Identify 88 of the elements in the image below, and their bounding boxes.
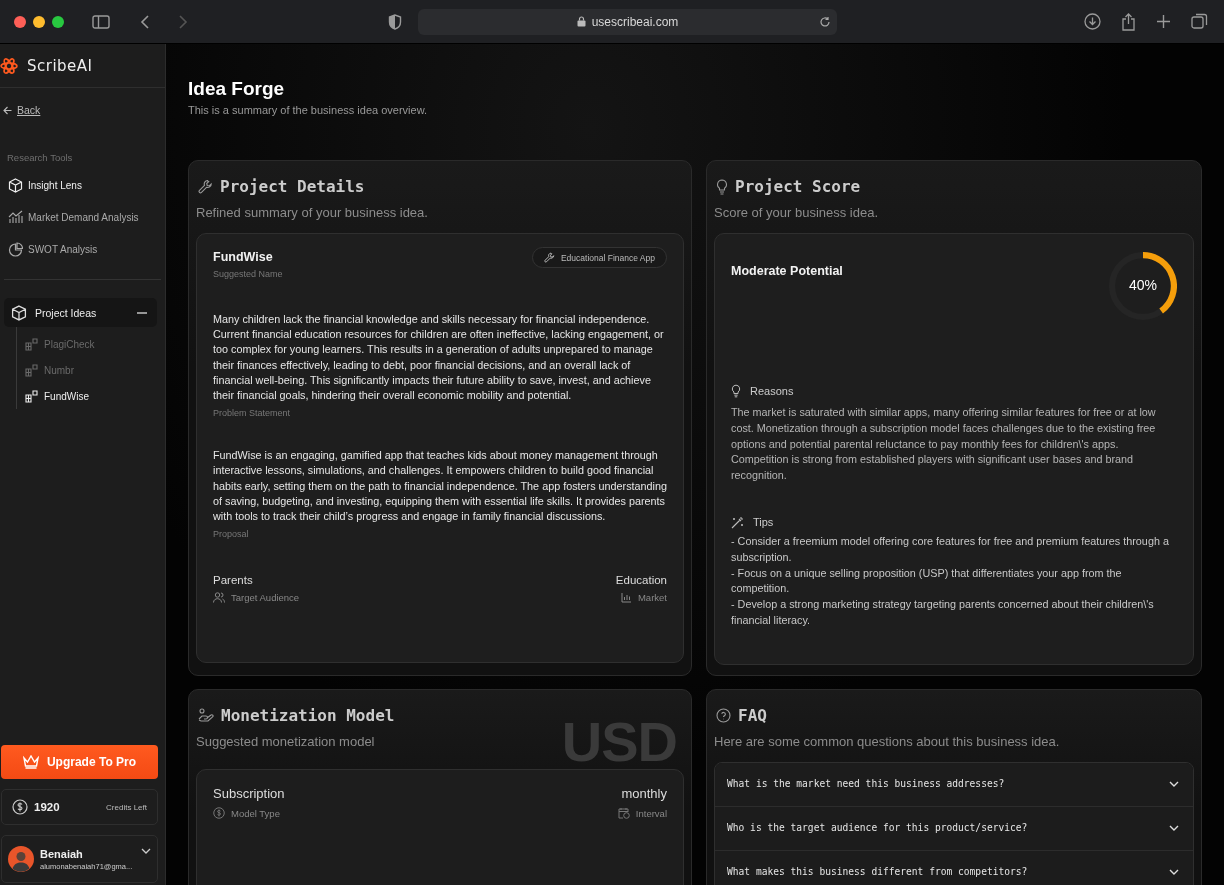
lightbulb-icon <box>731 384 741 398</box>
audience-value: Parents <box>213 574 254 587</box>
sidebar-item[interactable]: Insight Lens <box>0 169 165 201</box>
model-type-value: Subscription <box>213 786 285 801</box>
new-tab-icon[interactable] <box>1156 14 1171 29</box>
pie-chart-icon <box>8 241 23 257</box>
tip-text: - Focus on a unique selling proposition (USP) that differentiates your app from the competition. <box>731 565 1123 597</box>
field-label: Problem Statement <box>213 408 292 419</box>
back-icon[interactable] <box>140 14 150 29</box>
field-label: Model Type <box>231 807 280 819</box>
tag-text: Educational Finance App <box>560 252 655 263</box>
user-name: Benaiah <box>40 847 84 860</box>
reload-icon[interactable] <box>819 15 831 28</box>
field-label: Interval <box>635 807 667 819</box>
arrow-left-icon <box>3 105 12 115</box>
credits-label: Credits Left <box>106 802 147 812</box>
credits-value: 1920 <box>34 801 60 813</box>
crown-icon <box>22 755 39 769</box>
problem-statement-text: Many children lack the financial knowledge and skills necessary for financial independence. Current financial education resources for children are often ineffective, lacking engagement, or too complex for young learners. This results in a generation of adults unprepared to manage their finances effectively, leading to debt, poor financial decisions, and an overall lack of financial well-being. This significantly impacts their future ability to save, invest, and achieve their financial goals, hindering their overall economic mobility and potential. <box>213 312 665 403</box>
field-label: Target Audience <box>231 592 300 604</box>
reasons-text: The market is saturated with similar apps, many offering similar features for free or at low cost. Monetization through a subscription model faces challenges due to the existing free options and potential parental reluctance to pay monthly fees for children\'s apps. Competition is strong from established players with significant user bases and brand recognition. <box>731 405 1157 484</box>
card-subtitle: Score of your business idea. <box>714 205 880 220</box>
lightbulb-icon <box>716 178 728 195</box>
tabs-overview-icon[interactable] <box>1191 13 1208 30</box>
blocks-icon <box>25 337 38 351</box>
score-percent: 40% <box>1128 277 1158 293</box>
cube-icon <box>11 304 27 321</box>
share-icon[interactable] <box>1121 12 1136 31</box>
field-label: Suggested Name <box>213 269 283 279</box>
chevron-down-icon <box>1169 780 1179 787</box>
field-label: Market <box>637 592 667 604</box>
help-circle-icon <box>716 708 731 723</box>
minimize-button[interactable] <box>33 15 45 28</box>
sidebar-item[interactable]: Market Demand Analysis <box>0 201 165 233</box>
chart-icon <box>620 592 632 604</box>
page-title: Idea Forge <box>188 78 286 100</box>
field-label: Proposal <box>213 529 250 540</box>
dollar-coin-icon <box>12 799 28 815</box>
market-value: Education <box>615 574 667 587</box>
calendar-clock-icon <box>617 807 630 819</box>
brand-name: ScribeAI <box>27 56 93 75</box>
bar-chart-icon <box>8 210 23 224</box>
card-subtitle: Suggested monetization model <box>196 734 376 749</box>
wrench-icon <box>198 179 213 194</box>
sidebar-item[interactable]: SWOT Analysis <box>0 233 165 265</box>
avatar-icon <box>8 846 34 872</box>
magic-wand-icon <box>731 516 744 529</box>
project-item[interactable]: FundWise <box>25 383 165 409</box>
tip-text: - Develop a strong marketing strategy targeting parents concerned about their children\'s financial literacy. <box>731 597 1155 628</box>
faq-item[interactable]: What is the market need this business addresses? <box>715 763 1193 807</box>
project-ideas-item[interactable]: Project Ideas <box>4 298 157 327</box>
card-title: FAQ <box>738 706 767 725</box>
chevron-down-icon <box>1169 868 1179 875</box>
wrench-icon <box>543 252 555 263</box>
card-title: Project Details <box>220 177 365 196</box>
blocks-icon <box>25 363 38 377</box>
rating-text: Moderate Potential <box>731 263 843 278</box>
shield-icon[interactable] <box>388 13 402 30</box>
card-title: Project Score <box>735 177 861 196</box>
lock-icon <box>576 16 586 27</box>
sidebar-toggle-icon[interactable] <box>92 14 110 29</box>
close-button[interactable] <box>14 15 26 28</box>
maximize-button[interactable] <box>52 15 64 28</box>
faq-item[interactable]: What makes this business different from competitors? <box>715 851 1193 885</box>
dollar-coin-icon <box>213 807 225 819</box>
hand-coins-icon <box>198 708 214 723</box>
chevron-down-icon[interactable] <box>141 848 151 854</box>
download-icon[interactable] <box>1084 13 1101 30</box>
address-bar[interactable]: usescribeai.com <box>418 8 837 35</box>
faq-item[interactable]: Who is the target audience for this product/service? <box>715 807 1193 851</box>
card-subtitle: Here are some common questions about this business idea. <box>714 734 1061 749</box>
page-subtitle: This is a summary of the business idea overview. <box>188 104 429 116</box>
back-link[interactable]: Back <box>0 88 41 116</box>
people-icon <box>213 592 225 604</box>
proposal-text: FundWise is an engaging, gamified app that teaches kids about money management through interactive lessons, simulations, and challenges. It empowers children to build good financial habits early, setting them on the path to financial independence. The app fosters understanding of saving, budgeting, and investing, equipping them with essential life skills. It provides parents with tools to track their child’s progress and engage in family financial discussions. <box>213 448 667 525</box>
cube-icon <box>8 177 23 193</box>
tip-text: - Consider a freemium model offering core features for free and premium features through a subscription. <box>731 534 1170 565</box>
chevron-down-icon <box>1169 824 1179 831</box>
interval-value: monthly <box>620 786 667 801</box>
url-text: usescribeai.com <box>591 14 679 29</box>
card-title: Monetization Model <box>221 706 395 725</box>
card-subtitle: Refined summary of your business idea. <box>196 205 429 220</box>
section-heading: Tips <box>753 516 774 529</box>
section-heading: Reasons <box>750 385 794 397</box>
blocks-icon <box>25 389 38 403</box>
logo-icon <box>0 56 18 75</box>
section-title: Research Tools <box>7 152 74 163</box>
project-name: FundWise <box>213 250 274 264</box>
